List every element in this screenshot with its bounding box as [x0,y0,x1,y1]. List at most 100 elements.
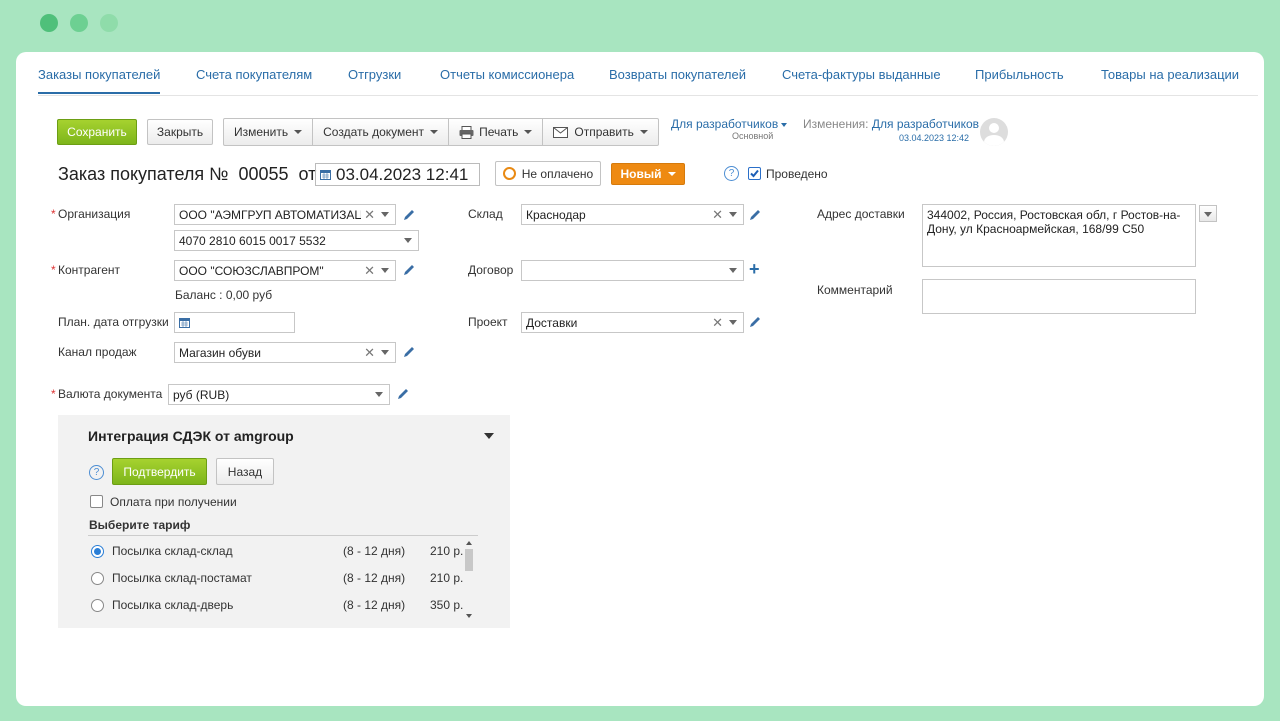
help-icon[interactable]: ? [724,166,739,181]
edit-pencil-icon[interactable] [402,345,416,359]
help-icon[interactable]: ? [89,465,104,480]
create-label: Создать документ [323,125,425,139]
clear-icon[interactable]: ✕ [364,207,375,223]
warehouse-select[interactable]: Краснодар ✕ [521,204,744,225]
dropdown-arrow-icon[interactable] [375,392,383,397]
bank-account-select[interactable]: 4070 2810 6015 0017 5532 [174,230,419,251]
clear-icon[interactable]: ✕ [712,207,723,223]
bank-account-value: 4070 2810 6015 0017 5532 [179,233,326,248]
scrollbar[interactable] [464,539,474,620]
tariff-option[interactable]: Посылка склад-дверь (8 - 12 дня) 350 р. [88,593,468,620]
cod-label: Оплата при получении [110,495,237,509]
developer-link[interactable]: Для разработчиков [671,117,778,131]
back-button[interactable]: Назад [216,458,274,485]
address-textarea[interactable]: 344002, Россия, Ростовская обл, г Ростов… [922,204,1196,267]
print-button[interactable]: Печать [449,119,544,145]
sales-channel-select[interactable]: Магазин обуви ✕ [174,342,396,363]
tab-invoices-issued[interactable]: Счета-фактуры выданные [782,67,941,82]
maximize-dot[interactable] [100,14,118,32]
calendar-icon [320,170,331,180]
contract-select[interactable] [521,260,744,281]
tariff-days: (8 - 12 дня) [343,544,406,558]
chevron-down-icon [781,123,787,127]
close-button[interactable]: Закрыть [147,119,213,145]
tab-shipments[interactable]: Отгрузки [348,67,401,82]
tariff-name: Посылка склад-постамат [112,571,252,585]
document-date-field[interactable]: 03.04.2023 12:41 [315,163,480,186]
calendar-icon[interactable] [179,317,190,328]
confirm-button[interactable]: Подтвердить [112,458,207,485]
contractor-select[interactable]: ООО "СОЮЗСЛАВПРОМ" ✕ [174,260,396,281]
title-label: Заказ покупателя № [58,164,229,184]
sales-channel-label: Канал продаж [58,345,137,359]
balance-text: Баланс : 0,00 руб [175,288,273,302]
title-from: от [298,164,317,184]
currency-select[interactable]: руб (RUB) [168,384,390,405]
status-button[interactable]: Новый [611,163,685,185]
edit-pencil-icon[interactable] [396,387,410,401]
avatar[interactable] [980,118,1008,146]
organization-select[interactable]: ООО "АЭМГРУП АВТОМАТИЗАЦИ ✕ [174,204,396,225]
payment-status: Не оплачено [521,166,594,181]
edit-menu-button[interactable]: Изменить [224,119,314,145]
create-document-button[interactable]: Создать документ [313,119,450,145]
address-label: Адрес доставки [817,207,905,221]
dropdown-arrow-icon[interactable] [729,268,737,273]
document-title: Заказ покупателя № 00055 от [58,164,316,185]
tariff-radio[interactable] [91,599,104,612]
project-select[interactable]: Доставки ✕ [521,312,744,333]
warehouse-label: Склад [468,207,503,221]
print-label: Печать [479,125,519,139]
clear-icon[interactable]: ✕ [364,345,375,361]
dropdown-arrow-icon[interactable] [381,350,389,355]
dropdown-arrow-icon[interactable] [381,212,389,217]
scroll-thumb[interactable] [465,549,473,571]
tab-profitability[interactable]: Прибыльность [975,67,1064,82]
dropdown-arrow-icon[interactable] [729,212,737,217]
posted-checkbox[interactable] [748,167,761,180]
close-dot[interactable] [40,14,58,32]
cod-checkbox[interactable] [90,495,103,508]
dropdown-arrow-icon[interactable] [381,268,389,273]
minimize-dot[interactable] [70,14,88,32]
cdek-panel: Интеграция СДЭК от amgroup ? Подтвердить… [58,415,510,628]
tab-customer-orders[interactable]: Заказы покупателей [38,67,161,94]
comment-textarea[interactable] [922,279,1196,314]
tab-customer-returns[interactable]: Возвраты покупателей [609,67,746,82]
payment-status-button[interactable]: Не оплачено [495,161,601,186]
tab-goods-on-sale[interactable]: Товары на реализации [1101,67,1239,82]
tariff-option[interactable]: Посылка склад-постамат (8 - 12 дня) 210 … [88,566,468,593]
dropdown-arrow-icon[interactable] [404,238,412,243]
plan-date-field[interactable] [174,312,295,333]
tariff-radio[interactable] [91,572,104,585]
add-icon[interactable]: + [749,260,760,278]
edit-pencil-icon[interactable] [402,208,416,222]
tariff-list: Посылка склад-склад (8 - 12 дня) 210 р. … [88,539,476,624]
chevron-down-icon [1204,212,1212,217]
clear-icon[interactable]: ✕ [712,315,723,331]
edit-pencil-icon[interactable] [748,208,762,222]
tariff-name: Посылка склад-дверь [112,598,234,612]
send-button[interactable]: Отправить [543,119,658,145]
edit-pencil-icon[interactable] [402,263,416,277]
organization-value: ООО "АЭМГРУП АВТОМАТИЗАЦИ [179,207,362,222]
check-icon [750,169,759,178]
save-button[interactable]: Сохранить [57,119,137,145]
clear-icon[interactable]: ✕ [364,263,375,279]
divider [88,535,478,536]
collapse-icon[interactable] [484,433,494,439]
contract-label: Договор [468,263,514,277]
tariff-option[interactable]: Посылка склад-склад (8 - 12 дня) 210 р. [88,539,468,566]
tab-commission-reports[interactable]: Отчеты комиссионера [440,67,574,82]
scroll-up-icon[interactable] [466,541,472,545]
tab-customer-invoices[interactable]: Счета покупателям [196,67,312,82]
posted-label: Проведено [766,167,828,181]
changes-date: 03.04.2023 12:42 [899,133,970,143]
dropdown-arrow-icon[interactable] [729,320,737,325]
tariff-radio[interactable] [91,545,104,558]
scroll-down-icon[interactable] [466,614,472,618]
app-window: Заказы покупателей Счета покупателям Отг… [16,52,1264,706]
address-expand-button[interactable] [1199,205,1217,222]
changes-user-link[interactable]: Для разработчиков [872,117,979,131]
edit-pencil-icon[interactable] [748,315,762,329]
